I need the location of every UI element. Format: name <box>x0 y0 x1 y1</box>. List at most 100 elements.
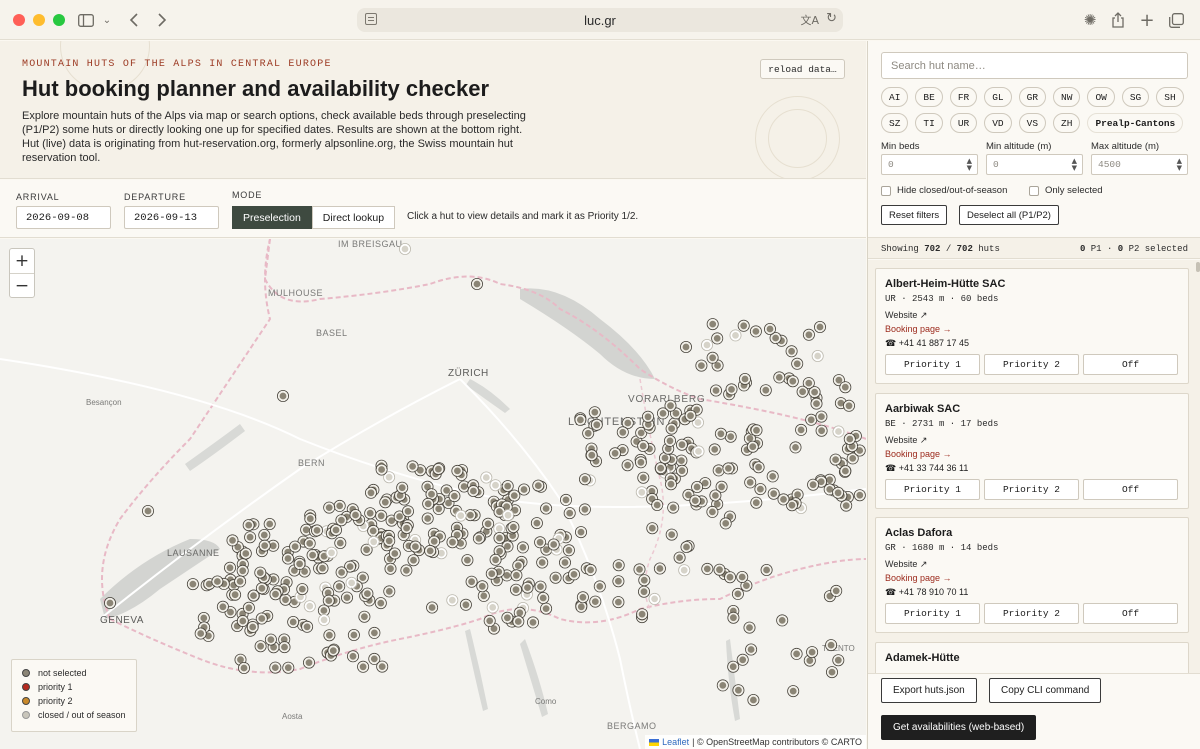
hut-marker[interactable] <box>583 428 594 439</box>
hut-marker[interactable] <box>589 407 600 418</box>
hut-marker-closed[interactable] <box>490 480 501 491</box>
hut-website-link[interactable]: Website ↗ <box>885 435 927 446</box>
address-bar[interactable]: luc.gr 文A ↻ <box>357 8 843 32</box>
hut-marker[interactable] <box>288 616 299 627</box>
hut-marker[interactable] <box>282 553 293 564</box>
hut-marker[interactable] <box>380 497 391 508</box>
canton-chip[interactable]: VS <box>1018 113 1047 133</box>
stepper-icon[interactable]: ▲ ▼ <box>1072 158 1077 172</box>
canton-chip[interactable]: NW <box>1053 87 1081 107</box>
hut-marker[interactable] <box>341 592 352 603</box>
hut-marker[interactable] <box>531 518 542 529</box>
hut-marker[interactable] <box>797 386 808 397</box>
stepper-icon[interactable]: ▲ ▼ <box>1177 158 1182 172</box>
hut-marker-closed[interactable] <box>399 244 410 254</box>
hut-marker[interactable] <box>803 378 814 389</box>
priority-1-button[interactable]: Priority 1 <box>885 479 980 500</box>
min-beds-input[interactable]: 0 ▲ ▼ <box>881 154 978 175</box>
hut-marker[interactable] <box>590 596 601 607</box>
hut-marker[interactable] <box>513 616 524 627</box>
hut-marker[interactable] <box>318 605 329 616</box>
hut-marker[interactable] <box>768 488 779 499</box>
hut-marker[interactable] <box>422 513 433 524</box>
hut-marker-closed[interactable] <box>649 593 660 604</box>
hut-marker[interactable] <box>471 278 482 289</box>
hut-marker[interactable] <box>710 385 721 396</box>
hut-marker[interactable] <box>732 588 743 599</box>
hut-marker[interactable] <box>638 586 649 597</box>
hut-marker[interactable] <box>389 548 400 559</box>
canton-chip[interactable]: SG <box>1121 87 1150 107</box>
back-icon[interactable] <box>124 10 144 30</box>
hut-marker-closed[interactable] <box>346 577 357 588</box>
hut-marker[interactable] <box>537 557 548 568</box>
hut-search-input[interactable]: Search hut name… <box>881 52 1188 79</box>
hut-marker-closed[interactable] <box>701 340 712 351</box>
hut-marker[interactable] <box>375 598 386 609</box>
hut-marker[interactable] <box>637 609 648 620</box>
hut-marker[interactable] <box>613 560 624 571</box>
priority-2-button[interactable]: Priority 2 <box>984 354 1079 375</box>
hut-marker[interactable] <box>517 542 528 553</box>
forward-icon[interactable] <box>152 10 172 30</box>
hut-marker[interactable] <box>336 567 347 578</box>
hut-marker[interactable] <box>760 385 771 396</box>
hut-website-link[interactable]: Website ↗ <box>885 559 927 570</box>
hut-marker[interactable] <box>248 590 259 601</box>
leaflet-link[interactable]: Leaflet <box>662 737 689 747</box>
hut-marker[interactable] <box>814 322 825 333</box>
canton-chip[interactable]: AI <box>881 87 909 107</box>
hut-marker-closed[interactable] <box>833 426 844 437</box>
hut-marker[interactable] <box>376 510 387 521</box>
hut-marker[interactable] <box>538 592 549 603</box>
hide-closed-checkbox[interactable] <box>881 185 891 196</box>
get-availabilities-button[interactable]: Get availabilities (web-based) <box>881 715 1037 740</box>
hut-marker[interactable] <box>681 541 692 552</box>
hut-marker[interactable] <box>410 541 421 552</box>
hut-marker[interactable] <box>676 465 687 476</box>
sidebar-toggle-icon[interactable] <box>76 10 96 30</box>
canton-chip[interactable]: TI <box>915 113 943 133</box>
hut-marker[interactable] <box>510 584 521 595</box>
hut-marker[interactable] <box>240 548 251 559</box>
hut-marker[interactable] <box>477 581 488 592</box>
hut-marker[interactable] <box>237 615 248 626</box>
zoom-out-button[interactable]: − <box>10 273 34 297</box>
hut-marker[interactable] <box>425 545 436 556</box>
hut-marker[interactable] <box>235 576 246 587</box>
hut-marker[interactable] <box>397 482 408 493</box>
hut-marker[interactable] <box>647 523 658 534</box>
hut-marker[interactable] <box>747 441 758 452</box>
hut-marker[interactable] <box>433 464 444 475</box>
hut-marker[interactable] <box>358 661 369 672</box>
hut-marker-closed[interactable] <box>812 351 823 362</box>
hut-marker[interactable] <box>468 486 479 497</box>
hut-marker[interactable] <box>466 576 477 587</box>
hut-marker[interactable] <box>465 510 476 521</box>
hut-marker[interactable] <box>535 581 546 592</box>
chevron-down-icon[interactable]: ⌄ <box>97 10 117 30</box>
hut-marker[interactable] <box>844 434 855 445</box>
hut-marker[interactable] <box>304 538 315 549</box>
hut-marker-closed[interactable] <box>455 510 466 521</box>
hut-marker[interactable] <box>290 541 301 552</box>
hut-marker[interactable] <box>365 487 376 498</box>
hut-marker[interactable] <box>348 629 359 640</box>
hut-marker[interactable] <box>764 324 775 335</box>
hut-card[interactable]: Adamek-Hütte <box>875 642 1189 673</box>
hut-marker[interactable] <box>751 497 762 508</box>
hut-marker[interactable] <box>265 634 276 645</box>
hut-marker[interactable] <box>494 532 505 543</box>
hut-marker-closed[interactable] <box>447 595 458 606</box>
hut-marker-closed[interactable] <box>368 536 379 547</box>
hut-marker[interactable] <box>840 382 851 393</box>
hut-marker[interactable] <box>738 320 749 331</box>
hut-marker[interactable] <box>143 505 154 516</box>
canton-chip[interactable]: SZ <box>881 113 909 133</box>
hut-marker[interactable] <box>541 503 552 514</box>
hut-marker[interactable] <box>212 576 223 587</box>
hut-marker[interactable] <box>576 601 587 612</box>
hut-marker[interactable] <box>751 425 762 436</box>
hut-marker-closed[interactable] <box>319 614 330 625</box>
hut-marker[interactable] <box>376 464 387 475</box>
